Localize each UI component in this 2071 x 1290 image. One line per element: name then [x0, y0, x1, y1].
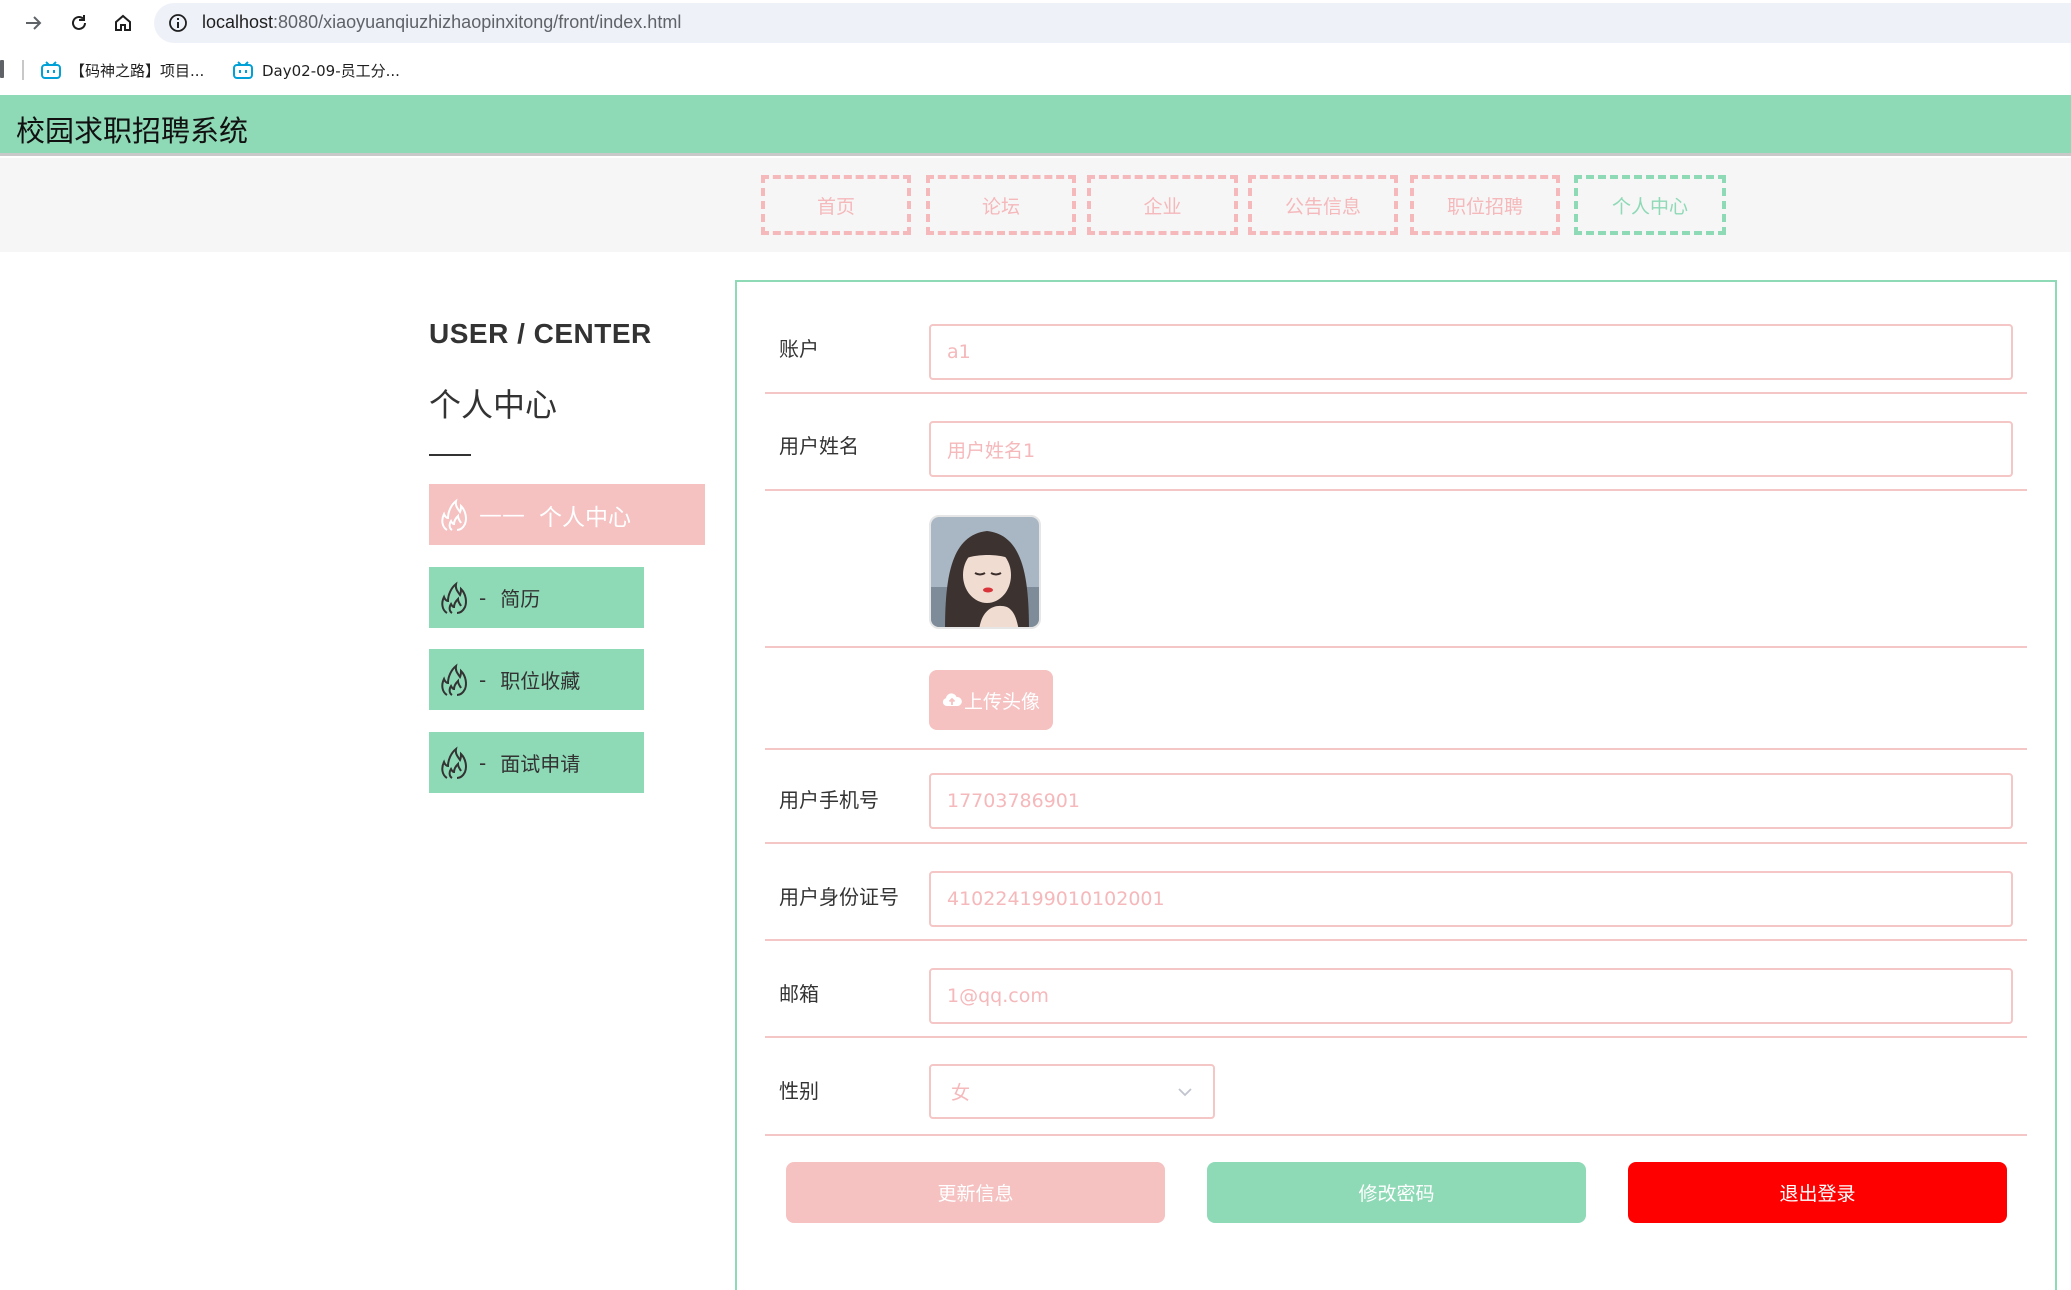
nav-tab-announcements[interactable]: 公告信息	[1248, 175, 1398, 235]
sidebar-item-interview-applications[interactable]: - 面试申请	[429, 732, 644, 793]
account-label: 账户	[779, 337, 819, 361]
home-button[interactable]	[110, 10, 136, 36]
logout-button[interactable]: 退出登录	[1628, 1162, 2007, 1223]
flame-icon	[441, 663, 467, 696]
bookmark-label: Day02-09-员工分...	[262, 61, 400, 80]
browser-address-bar: localhost:8080/xiaoyuanqiuzhizhaopinxito…	[0, 0, 2071, 46]
sidebar-item-prefix: -	[479, 750, 487, 775]
avatar-photo	[931, 517, 1039, 627]
email-field[interactable]: 1@qq.com	[929, 968, 2013, 1024]
flame-icon	[441, 498, 467, 531]
email-label: 邮箱	[779, 982, 819, 1006]
upload-avatar-button[interactable]: 上传头像	[929, 670, 1053, 730]
bilibili-icon	[233, 61, 253, 79]
username-field[interactable]: 用户姓名1	[929, 421, 2013, 477]
flame-icon	[441, 581, 467, 614]
nav-tab-home[interactable]: 首页	[761, 175, 911, 235]
chevron-down-icon	[1178, 1087, 1192, 1096]
update-info-button[interactable]: 更新信息	[786, 1162, 1165, 1223]
url-host: localhost	[202, 12, 274, 32]
nav-tab-jobs[interactable]: 职位招聘	[1410, 175, 1560, 235]
sidebar-item-resume[interactable]: - 简历	[429, 567, 644, 628]
sidebar-item-prefix: ——	[479, 501, 525, 528]
bookmarks-separator	[22, 60, 24, 80]
phone-field[interactable]: 17703786901	[929, 773, 2013, 829]
bilibili-icon	[41, 61, 61, 79]
sidebar-item-prefix: -	[479, 585, 487, 610]
sidebar-title-cn: 个人中心	[429, 386, 558, 424]
profile-form: 账户 a1 用户姓名 用户姓名1 上传头像 用户手机号 17703786901 …	[735, 280, 2057, 1290]
account-field[interactable]: a1	[929, 324, 2013, 380]
reload-button[interactable]	[66, 10, 92, 36]
home-icon	[115, 14, 131, 31]
bookmark-label: 【码神之路】项目...	[70, 61, 205, 80]
gender-value: 女	[951, 1082, 971, 1104]
sidebar-divider	[429, 454, 471, 456]
nav-tab-user-center[interactable]: 个人中心	[1574, 175, 1726, 235]
id-card-field[interactable]: 410224199010102001	[929, 871, 2013, 927]
arrow-right-icon	[26, 16, 42, 30]
phone-label: 用户手机号	[779, 788, 879, 812]
change-password-button[interactable]: 修改密码	[1207, 1162, 1586, 1223]
bookmark-item[interactable]: Day02-09-员工分...	[232, 58, 400, 82]
row-divider	[765, 939, 2027, 941]
url-text: localhost:8080/xiaoyuanqiuzhizhaopinxito…	[202, 12, 681, 33]
row-divider	[765, 646, 2027, 648]
sidebar-item-user-center[interactable]: —— 个人中心	[429, 484, 705, 545]
row-divider	[765, 1036, 2027, 1038]
sidebar-title-en: USER / CENTER	[429, 318, 652, 349]
main-nav: 首页 论坛 企业 公告信息 职位招聘 个人中心	[0, 158, 2071, 252]
sidebar-item-label: 简历	[500, 587, 541, 611]
url-path: :8080/xiaoyuanqiuzhizhaopinxitong/front/…	[273, 12, 682, 32]
url-field[interactable]: localhost:8080/xiaoyuanqiuzhizhaopinxito…	[154, 3, 2071, 43]
nav-tab-company[interactable]: 企业	[1087, 175, 1238, 235]
cloud-upload-icon	[942, 693, 962, 707]
sidebar-item-job-favorites[interactable]: - 职位收藏	[429, 649, 644, 710]
nav-tab-forum[interactable]: 论坛	[926, 175, 1076, 235]
info-icon[interactable]	[168, 13, 188, 33]
gender-label: 性别	[779, 1079, 819, 1103]
sidebar-item-label: 面试申请	[500, 752, 581, 776]
row-divider	[765, 748, 2027, 750]
site-header: 校园求职招聘系统	[0, 95, 2071, 156]
reload-icon	[72, 15, 86, 30]
avatar	[929, 515, 1041, 629]
row-divider	[765, 489, 2027, 491]
row-divider	[765, 392, 2027, 394]
sidebar-item-label: 个人中心	[539, 504, 631, 531]
gender-select[interactable]: 女	[929, 1064, 1215, 1119]
sidebar-item-label: 职位收藏	[500, 669, 581, 693]
row-divider	[765, 842, 2027, 844]
sidebar-item-prefix: -	[479, 667, 487, 692]
id-card-label: 用户身份证号	[779, 885, 899, 909]
username-label: 用户姓名	[779, 434, 859, 458]
bookmark-item[interactable]: 【码神之路】项目...	[40, 58, 204, 82]
bookmarks-bar: 【码神之路】项目... Day02-09-员工分...	[0, 46, 2071, 94]
bookmark-overflow-icon[interactable]	[0, 60, 4, 78]
forward-button[interactable]	[20, 10, 46, 36]
site-title: 校园求职招聘系统	[16, 114, 249, 148]
row-divider	[765, 1134, 2027, 1136]
upload-avatar-label: 上传头像	[963, 690, 1040, 713]
flame-icon	[441, 746, 467, 779]
